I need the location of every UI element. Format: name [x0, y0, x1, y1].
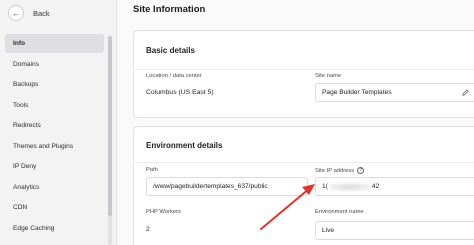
back-button[interactable]: ← Back	[8, 4, 50, 22]
path-label: Path	[146, 167, 158, 173]
arrow-left-icon: ←	[8, 5, 24, 21]
page-title: Site Information	[133, 4, 206, 15]
basic-details-card: Basic details Location / data center Col…	[133, 30, 474, 118]
sidebar-item-cdn[interactable]: CDN	[5, 198, 104, 217]
sidebar-scrollbar[interactable]	[108, 36, 112, 245]
redacted-ip-segment	[328, 182, 371, 191]
card-title: Environment details	[146, 141, 223, 150]
sidebar-item-label: CDN	[13, 204, 28, 211]
sidebar-item-backups[interactable]: Backups	[5, 75, 104, 94]
annotation-arrow-icon	[260, 184, 315, 230]
site-ip-label-text: Site IP address	[315, 167, 355, 174]
sidebar-item-label: Analytics	[13, 183, 40, 191]
site-name-label: Site name	[315, 73, 342, 79]
help-icon[interactable]: ?	[357, 167, 365, 174]
php-workers-value: 2	[146, 226, 150, 233]
scrollbar-thumb[interactable]	[108, 36, 112, 216]
sidebar-item-label: Info	[13, 40, 26, 47]
divider	[134, 162, 474, 163]
php-workers-label: PHP Workers	[146, 209, 181, 215]
sidebar-nav: Info Domains Backups Tools Redirects The…	[5, 34, 104, 239]
sidebar-item-label: IP Deny	[13, 163, 37, 170]
sidebar-item-label: Redirects	[13, 122, 41, 129]
sidebar-item-analytics[interactable]: Analytics	[5, 178, 104, 197]
sidebar-item-label: Themes and Plugins	[13, 142, 74, 150]
card-title: Basic details	[146, 46, 195, 55]
environment-name-field[interactable]: Live	[315, 221, 474, 240]
sidebar-item-info[interactable]: Info	[5, 34, 104, 53]
sidebar-item-label: Tools	[13, 101, 29, 109]
sidebar-item-edge-caching[interactable]: Edge Caching	[5, 219, 104, 238]
site-ip-field[interactable]: 1( 42	[315, 177, 474, 196]
site-name-value: Page Builder Templates	[322, 89, 392, 96]
divider	[134, 69, 474, 70]
sidebar-item-label: Backups	[13, 81, 39, 88]
sidebar-item-ip-deny[interactable]: IP Deny	[5, 157, 104, 176]
site-name-field[interactable]: Page Builder Templates	[315, 83, 474, 102]
back-label: Back	[33, 8, 50, 18]
sidebar-item-redirects[interactable]: Redirects	[5, 116, 104, 135]
location-value: Columbus (US East 5)	[146, 89, 214, 96]
sidebar-item-label: Edge Caching	[13, 224, 55, 232]
sidebar: ← Back Info Domains Backups Tools Redire…	[0, 0, 117, 245]
pencil-icon[interactable]	[462, 89, 469, 96]
sidebar-item-tools[interactable]: Tools	[5, 96, 104, 115]
path-value: /www/pagebuildertemplates_637/public	[153, 183, 268, 190]
location-label: Location / data center	[146, 73, 202, 79]
sidebar-item-themes-plugins[interactable]: Themes and Plugins	[5, 137, 104, 156]
site-ip-label: Site IP address ?	[315, 167, 365, 174]
site-ip-suffix: 42	[371, 183, 380, 190]
sidebar-item-label: Domains	[13, 60, 40, 68]
sidebar-item-domains[interactable]: Domains	[5, 55, 104, 74]
